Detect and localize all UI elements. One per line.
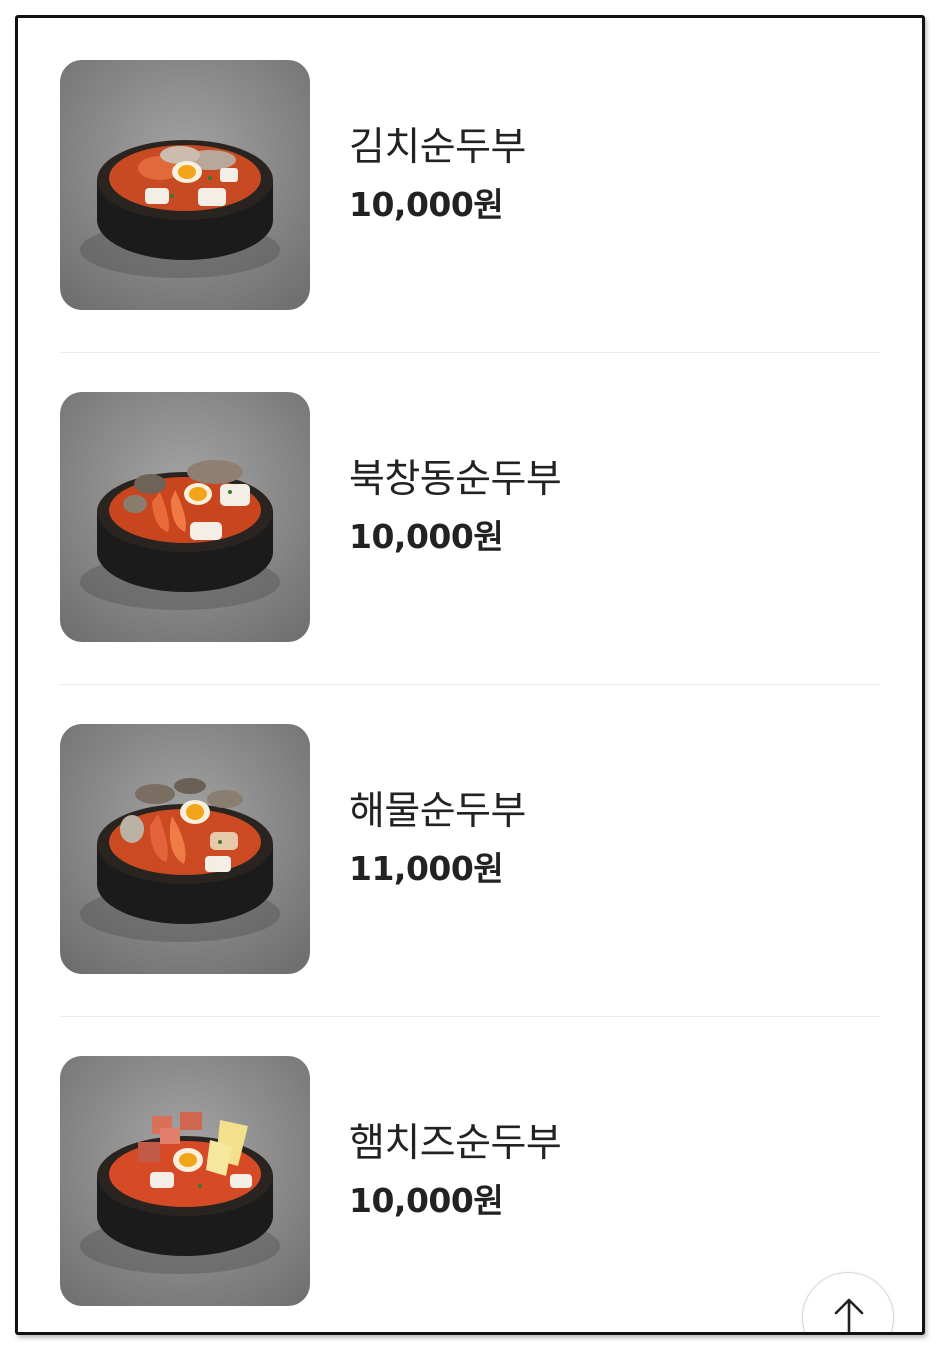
menu-name: 김치순두부: [349, 125, 526, 170]
haemul-sundubu-photo: [60, 724, 310, 974]
menu-item[interactable]: 햄치즈순두부 10,000원: [60, 1056, 881, 1332]
menu-name: 해물순두부: [349, 789, 526, 834]
divider: [60, 1016, 881, 1017]
menu-name: 햄치즈순두부: [349, 1121, 562, 1166]
menu-screen: 김치순두부 10,000원 북창동순두부 10,000원 해물순두부 11,00…: [15, 15, 925, 1335]
divider: [60, 352, 881, 353]
menu-price: 10,000원: [349, 517, 504, 556]
menu-name: 북창동순두부: [349, 457, 562, 502]
arrow-up-icon: [834, 1298, 864, 1332]
menu-info: 김치순두부 10,000원: [349, 124, 526, 226]
divider: [60, 684, 881, 685]
menu-item[interactable]: 북창동순두부 10,000원: [60, 392, 881, 724]
menu-price: 10,000원: [349, 1181, 504, 1220]
menu-item[interactable]: 해물순두부 11,000원: [60, 724, 881, 1056]
menu-info: 해물순두부 11,000원: [349, 788, 526, 890]
bukchangdong-sundubu-photo: [60, 392, 310, 642]
menu-info: 햄치즈순두부 10,000원: [349, 1120, 562, 1222]
menu-item[interactable]: 김치순두부 10,000원: [60, 60, 881, 392]
menu-price: 10,000원: [349, 185, 504, 224]
ham-cheese-sundubu-photo: [60, 1056, 310, 1306]
menu-price: 11,000원: [349, 849, 504, 888]
kimchi-sundubu-photo: [60, 60, 310, 310]
menu-list: 김치순두부 10,000원 북창동순두부 10,000원 해물순두부 11,00…: [60, 60, 881, 1332]
menu-info: 북창동순두부 10,000원: [349, 456, 562, 558]
